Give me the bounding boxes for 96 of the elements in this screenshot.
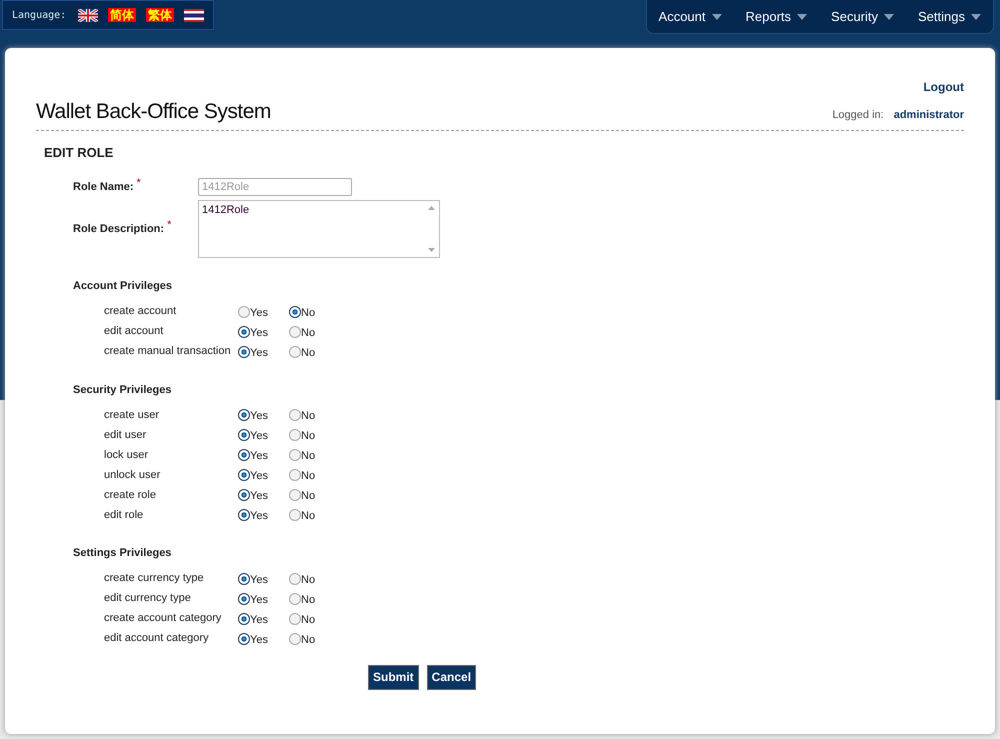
form-button[interactable]: Submit: [368, 664, 419, 690]
radio-button[interactable]: [238, 572, 250, 584]
privilege-label: edit currency type: [104, 591, 192, 606]
radio-button[interactable]: [238, 469, 250, 481]
radio-button[interactable]: [238, 632, 250, 644]
radio-label: Yes: [250, 346, 268, 361]
field-label: Role Description:: [73, 222, 164, 237]
privilege-label: create account category: [104, 611, 222, 626]
radio-button[interactable]: [238, 346, 250, 358]
radio-button[interactable]: [289, 592, 301, 604]
uk-flag-icon[interactable]: [78, 8, 98, 22]
radio-label: No: [301, 572, 316, 588]
radio-button[interactable]: [238, 592, 250, 604]
radio-label: No: [301, 612, 316, 628]
privilege-label: create account: [104, 304, 178, 320]
language-link[interactable]: 简体: [108, 8, 136, 22]
privilege-label: edit role: [104, 508, 144, 523]
radio-label: Yes: [250, 592, 268, 608]
radio-label: Yes: [250, 429, 268, 444]
privilege-label: edit user: [104, 428, 148, 443]
caret-icon: [884, 14, 894, 20]
radio-label: No: [301, 326, 316, 341]
radio-button[interactable]: [238, 429, 250, 441]
radio-label: No: [301, 449, 316, 464]
privilege-label: create manual transaction: [104, 344, 232, 360]
nav-menu[interactable]: Reports: [746, 6, 808, 26]
radio-label: No: [301, 509, 316, 524]
radio-label: Yes: [250, 489, 268, 504]
radio-button[interactable]: [238, 449, 250, 461]
radio-button[interactable]: [238, 306, 250, 318]
radio-button[interactable]: [289, 449, 301, 461]
nav-menu[interactable]: Settings: [918, 6, 981, 26]
caret-icon: [971, 14, 981, 20]
radio-label: Yes: [250, 612, 268, 628]
radio-label: No: [301, 306, 316, 321]
radio-label: Yes: [250, 632, 268, 648]
language-label: Language:: [12, 8, 66, 22]
radio-button[interactable]: [289, 429, 301, 441]
privilege-label: create role: [104, 488, 157, 503]
radio-button[interactable]: [289, 572, 301, 584]
radio-button[interactable]: [238, 612, 250, 624]
radio-label: No: [301, 429, 316, 444]
radio-label: Yes: [250, 409, 268, 424]
language-link[interactable]: 繁体: [146, 8, 174, 22]
username: administrator: [894, 108, 964, 123]
privilege-label: edit account: [104, 324, 164, 340]
radio-button[interactable]: [289, 306, 301, 318]
radio-label: No: [301, 346, 316, 361]
required-mark: *: [167, 218, 172, 233]
thai-flag-icon[interactable]: [184, 8, 204, 22]
radio-button[interactable]: [289, 632, 301, 644]
radio-label: No: [301, 409, 316, 424]
nav-menu[interactable]: Account: [658, 6, 722, 26]
radio-button[interactable]: [289, 469, 301, 481]
logged-in-label: Logged in:: [832, 108, 884, 123]
radio-label: Yes: [250, 306, 268, 321]
radio-button[interactable]: [238, 326, 250, 338]
caret-icon: [797, 14, 808, 20]
radio-button[interactable]: [289, 612, 301, 624]
privilege-label: edit account category: [104, 631, 210, 646]
radio-button[interactable]: [289, 409, 301, 421]
privilege-label: lock user: [104, 448, 150, 463]
form-button[interactable]: Cancel: [426, 664, 476, 690]
radio-label: Yes: [250, 326, 268, 341]
radio-button[interactable]: [289, 489, 301, 501]
radio-button[interactable]: [289, 509, 301, 521]
page-title: Wallet Back-Office System: [36, 99, 271, 125]
radio-button[interactable]: [238, 409, 250, 421]
radio-button[interactable]: [289, 346, 301, 358]
role-description-field[interactable]: 1412Role: [198, 200, 440, 258]
radio-label: No: [301, 592, 316, 608]
required-mark: *: [136, 176, 141, 191]
privilege-group-title: Settings Privileges: [73, 546, 172, 561]
nav-menu[interactable]: Security: [831, 6, 894, 26]
privilege-label: unlock user: [104, 468, 162, 483]
section-heading: EDIT ROLE: [44, 144, 114, 162]
radio-label: Yes: [250, 449, 268, 464]
radio-label: Yes: [250, 469, 268, 484]
field-value: 1412Role: [201, 203, 250, 218]
field-label: Role Name:: [73, 180, 134, 195]
radio-label: Yes: [250, 572, 268, 588]
radio-label: No: [301, 632, 316, 648]
scroll-down-icon[interactable]: [428, 248, 434, 252]
caret-icon: [712, 14, 722, 20]
logout-link[interactable]: Logout: [923, 78, 964, 96]
radio-button[interactable]: [238, 509, 250, 521]
scroll-up-icon[interactable]: [428, 206, 434, 210]
radio-label: Yes: [250, 509, 268, 524]
radio-button[interactable]: [238, 489, 250, 501]
radio-label: No: [301, 469, 316, 484]
radio-button[interactable]: [289, 326, 301, 338]
privilege-group-title: Account Privileges: [73, 279, 174, 294]
privilege-label: create currency type: [104, 571, 205, 586]
privilege-group-title: Security Privileges: [73, 382, 172, 398]
privilege-label: create user: [104, 408, 160, 423]
radio-label: No: [301, 489, 316, 504]
